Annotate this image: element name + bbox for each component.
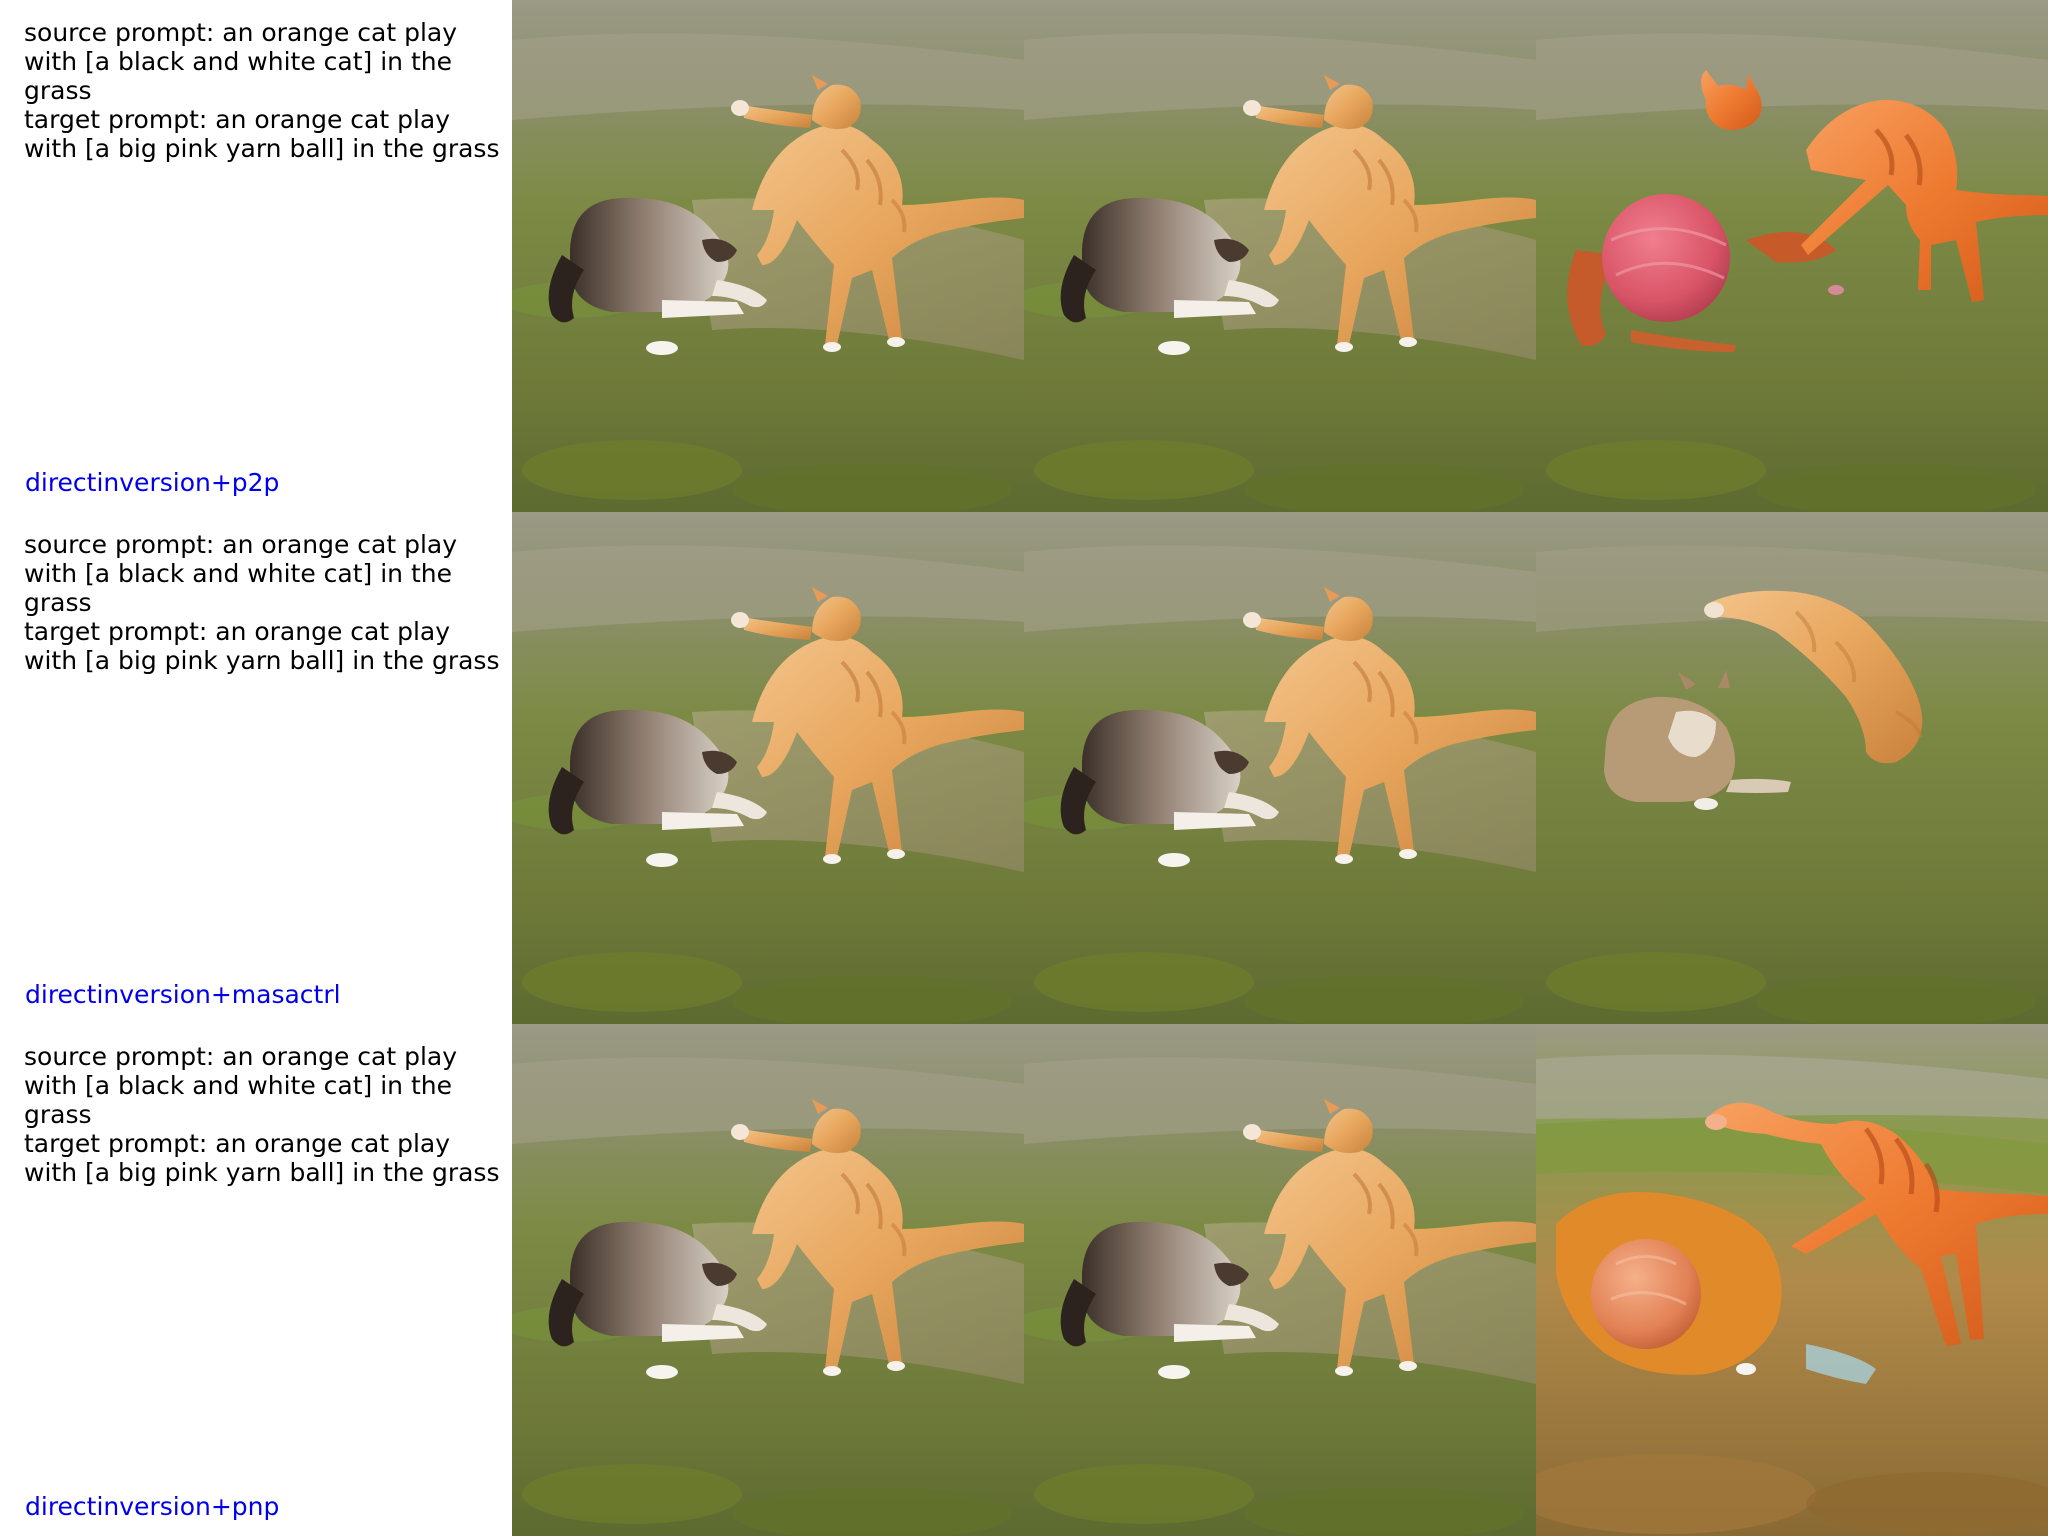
- comparison-row: source prompt: an orange cat play with […: [0, 512, 2048, 1024]
- method-label: directinversion+p2p: [25, 468, 280, 497]
- comparison-grid: source prompt: an orange cat play with […: [0, 0, 2048, 1536]
- source-prompt: source prompt: an orange cat play with […: [24, 18, 458, 105]
- source-prompt: source prompt: an orange cat play with […: [24, 530, 458, 617]
- edited-image: [1536, 0, 2048, 512]
- source-prompt: source prompt: an orange cat play with […: [24, 1042, 458, 1129]
- prompt-text: source prompt: an orange cat play with […: [24, 1042, 510, 1187]
- method-label: directinversion+masactrl: [25, 980, 341, 1009]
- edited-image: [1536, 512, 2048, 1024]
- comparison-row: source prompt: an orange cat play with […: [0, 0, 2048, 512]
- reconstructed-image: [1024, 0, 1536, 512]
- reconstructed-image: [1024, 1024, 1536, 1536]
- row-label-cell: source prompt: an orange cat play with […: [0, 0, 512, 512]
- source-image: [512, 1024, 1024, 1536]
- row-label-cell: source prompt: an orange cat play with […: [0, 512, 512, 1024]
- edited-image: [1536, 1024, 2048, 1536]
- source-image: [512, 512, 1024, 1024]
- target-prompt: target prompt: an orange cat play with […: [24, 105, 500, 163]
- prompt-text: source prompt: an orange cat play with […: [24, 18, 510, 163]
- prompt-text: source prompt: an orange cat play with […: [24, 530, 510, 675]
- method-label: directinversion+pnp: [25, 1492, 280, 1521]
- target-prompt: target prompt: an orange cat play with […: [24, 617, 500, 675]
- comparison-row: source prompt: an orange cat play with […: [0, 1024, 2048, 1536]
- row-label-cell: source prompt: an orange cat play with […: [0, 1024, 512, 1536]
- target-prompt: target prompt: an orange cat play with […: [24, 1129, 500, 1187]
- reconstructed-image: [1024, 512, 1536, 1024]
- source-image: [512, 0, 1024, 512]
